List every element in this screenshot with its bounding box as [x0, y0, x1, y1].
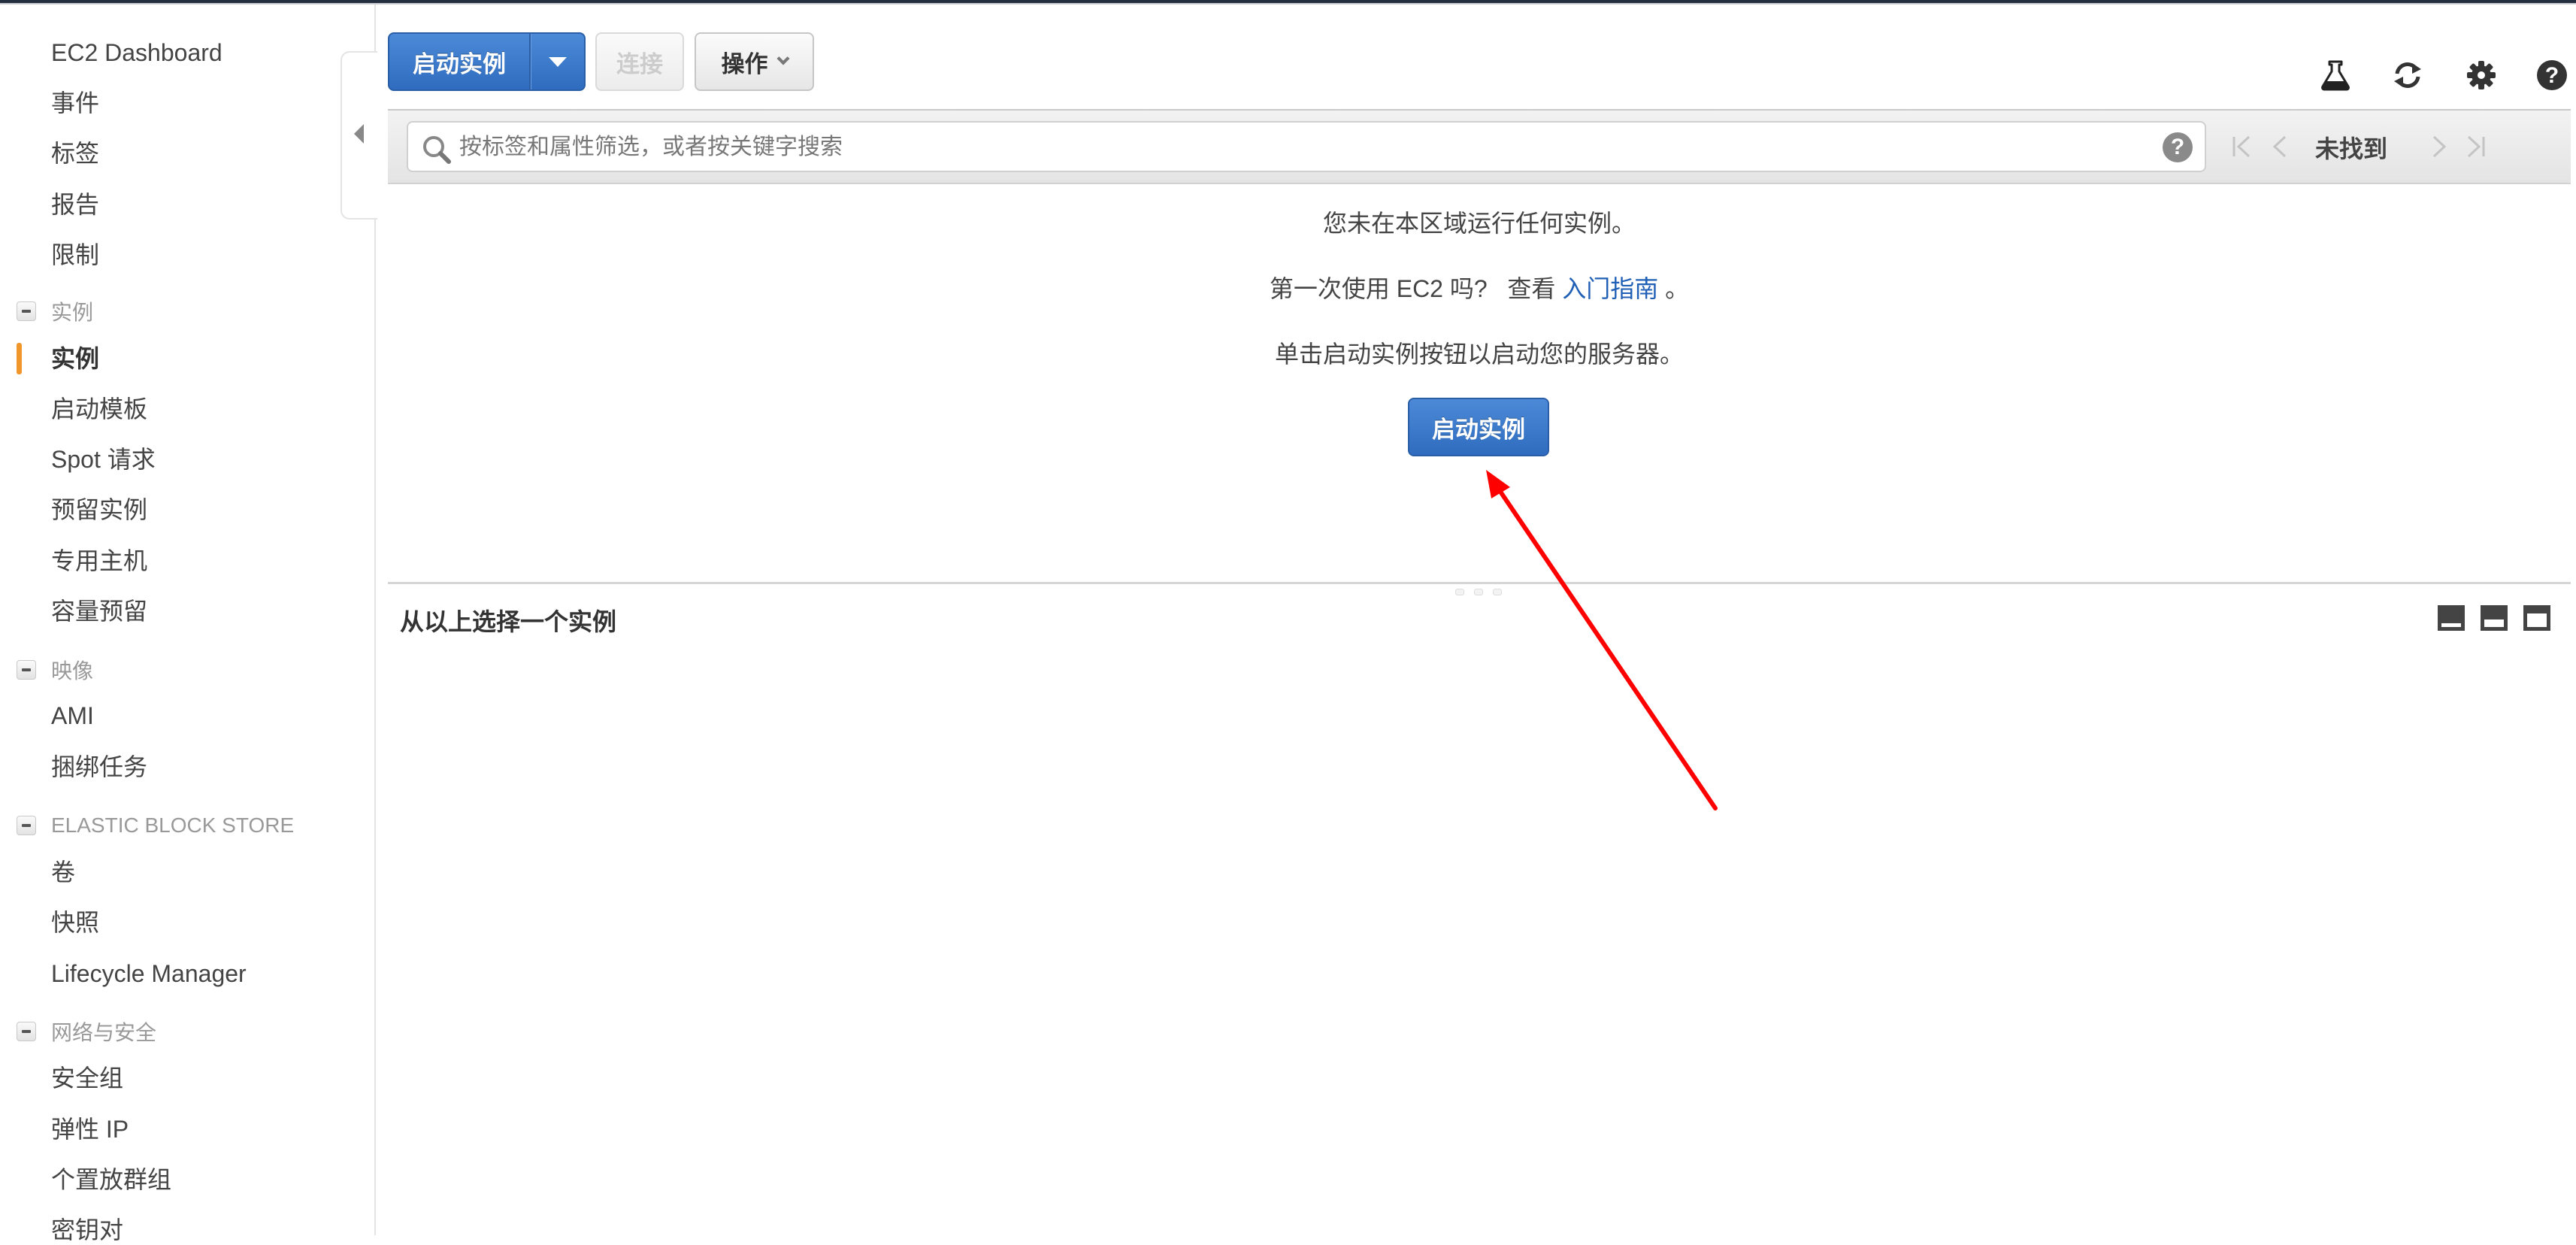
filter-bar: ? 未找到	[388, 109, 2571, 184]
detail-panel-title: 从以上选择一个实例	[400, 608, 617, 635]
collapse-sidebar-button[interactable]	[341, 51, 377, 220]
search-box: ?	[407, 121, 2206, 172]
next-page-icon[interactable]	[2425, 133, 2452, 160]
splitter-grip-icon[interactable]	[1493, 589, 1502, 595]
sidebar-item-bundle-tasks[interactable]: 捆绑任务	[51, 752, 147, 782]
sidebar-group-label: 网络与安全	[51, 1021, 157, 1044]
launch-instance-split-button: 启动实例	[388, 32, 586, 91]
getting-started-message: 第一次使用 EC2 吗? 查看 入门指南 。	[388, 270, 2571, 304]
sidebar-nav: EC2 Dashboard 事件 标签 报告 限制 实例 实例 启动模板 Spo…	[0, 5, 376, 1243]
launch-instance-button[interactable]: 启动实例	[389, 34, 531, 89]
collapse-group-toggle-icon[interactable]	[17, 301, 36, 321]
sidebar-item-elastic-ips[interactable]: 弹性 IP	[51, 1114, 129, 1144]
svg-text:?: ?	[2545, 63, 2559, 88]
sidebar-group-instances: 实例	[17, 296, 93, 326]
launch-instance-center-button[interactable]: 启动实例	[1408, 398, 1549, 456]
sidebar-item-ami[interactable]: AMI	[51, 701, 94, 731]
help-icon[interactable]: ?	[2535, 59, 2568, 92]
collapse-group-toggle-icon[interactable]	[17, 816, 36, 835]
sidebar-item-events[interactable]: 事件	[51, 88, 99, 118]
splitter-grip-icon[interactable]	[1455, 589, 1464, 595]
sidebar-item-key-pairs[interactable]: 密钥对	[51, 1215, 123, 1245]
first-page-icon[interactable]	[2228, 133, 2255, 160]
getting-started-prefix: 第一次使用 EC2 吗? 查看	[1269, 275, 1563, 302]
last-page-icon[interactable]	[2462, 133, 2490, 160]
caret-down-icon	[549, 56, 567, 67]
active-item-indicator	[17, 343, 22, 374]
getting-started-guide-link[interactable]: 入门指南	[1562, 275, 1658, 302]
sidebar-group-label: 实例	[51, 301, 94, 324]
sidebar-item-launch-templates[interactable]: 启动模板	[51, 394, 147, 424]
previous-page-icon[interactable]	[2267, 133, 2294, 160]
search-help-icon[interactable]: ?	[2163, 132, 2193, 162]
sidebar-item-reserved-instances[interactable]: 预留实例	[51, 495, 147, 525]
actions-label: 操作	[721, 50, 768, 77]
sidebar-group-ebs: ELASTIC BLOCK STORE	[17, 810, 294, 841]
caret-left-icon	[354, 124, 364, 144]
sidebar-group-images: 映像	[17, 655, 93, 685]
refresh-icon[interactable]	[2391, 59, 2424, 92]
sidebar-group-label: ELASTIC BLOCK STORE	[51, 813, 295, 837]
layout-medium-panel-icon[interactable]	[2481, 605, 2508, 631]
filter-search-input[interactable]	[458, 123, 2114, 172]
splitter-grip-icon[interactable]	[1474, 589, 1483, 595]
gear-icon[interactable]	[2465, 59, 2498, 92]
sidebar-item-capacity-reservations[interactable]: 容量预留	[51, 596, 147, 626]
collapse-group-toggle-icon[interactable]	[17, 660, 36, 680]
flask-icon[interactable]	[2319, 59, 2352, 92]
search-icon	[423, 136, 451, 164]
sidebar-item-volumes[interactable]: 卷	[51, 857, 75, 887]
sidebar-group-label: 映像	[51, 659, 94, 683]
sidebar-item-security-groups[interactable]: 安全组	[51, 1063, 123, 1093]
panel-splitter[interactable]	[388, 582, 2571, 584]
sidebar-item-reports[interactable]: 报告	[51, 189, 99, 220]
actions-dropdown-button[interactable]: 操作	[695, 32, 814, 91]
sidebar-item-instances[interactable]: 实例	[51, 344, 99, 374]
sidebar-item-tags[interactable]: 标签	[51, 138, 99, 168]
annotation-arrow-head	[1486, 470, 1510, 498]
collapse-group-toggle-icon[interactable]	[17, 1022, 36, 1041]
layout-large-panel-icon[interactable]	[2523, 605, 2550, 631]
annotation-arrow-shaft	[1495, 485, 1718, 810]
console-top-shadow	[0, 3, 2576, 5]
sidebar-item-snapshots[interactable]: 快照	[51, 907, 99, 938]
sidebar-group-network-security: 网络与安全	[17, 1016, 156, 1047]
sidebar-item-ec2-dashboard[interactable]: EC2 Dashboard	[51, 38, 222, 68]
layout-small-panel-icon[interactable]	[2438, 605, 2465, 631]
chevron-down-icon	[776, 52, 789, 65]
getting-started-suffix: 。	[1658, 275, 1690, 302]
sidebar-item-limits[interactable]: 限制	[51, 240, 99, 270]
sidebar-item-dedicated-hosts[interactable]: 专用主机	[51, 546, 147, 576]
launch-instance-dropdown-button[interactable]	[531, 34, 584, 89]
sidebar-item-spot-requests[interactable]: Spot 请求	[51, 444, 156, 474]
annotation-arrow	[1486, 470, 1718, 810]
empty-state-message: 您未在本区域运行任何实例。	[1322, 210, 1636, 237]
sidebar-item-placement-groups[interactable]: 个置放群组	[51, 1165, 171, 1195]
connect-button[interactable]: 连接	[595, 32, 684, 91]
pager-status: 未找到	[2315, 135, 2388, 162]
sidebar-item-lifecycle-manager[interactable]: Lifecycle Manager	[51, 959, 247, 989]
launch-hint-message: 单击启动实例按钮以启动您的服务器。	[1274, 341, 1684, 368]
